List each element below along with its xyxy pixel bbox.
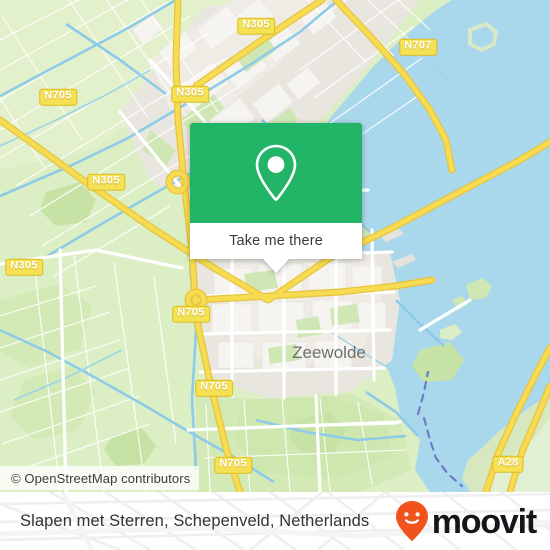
- page-footer: Slapen met Sterren, Schepenveld, Netherl…: [0, 492, 550, 550]
- road-shield-n305: N305: [87, 173, 125, 191]
- road-shield-n705: N705: [214, 456, 252, 474]
- moovit-logo[interactable]: moovit: [394, 500, 537, 542]
- road-shield-n705: N705: [172, 305, 210, 323]
- road-shield-n305: N305: [171, 85, 209, 103]
- road-shield-n705: N705: [195, 379, 233, 397]
- popup-card-pointer: [263, 259, 289, 273]
- take-me-there-label: Take me there: [229, 232, 323, 249]
- road-shield-n707: N707: [399, 38, 437, 56]
- map-pin-icon: [255, 144, 297, 201]
- popup-card-header: [190, 123, 362, 223]
- moovit-map-page: Zeewolde N305 N707 N705 N305 N305 N305 N705 N70…: [0, 0, 550, 550]
- road-shield-n305: N305: [5, 258, 43, 276]
- attribution-text: © OpenStreetMap contributors: [11, 470, 191, 486]
- location-popup-card[interactable]: Take me there: [190, 123, 362, 273]
- location-title: Slapen met Sterren, Schepenveld, Netherl…: [20, 511, 370, 530]
- footer-content: Slapen met Sterren, Schepenveld, Netherl…: [0, 492, 550, 550]
- take-me-there-button[interactable]: Take me there: [190, 223, 362, 259]
- road-shield-a28: A28: [492, 455, 524, 473]
- road-shield-n705: N705: [39, 88, 77, 106]
- map-attribution[interactable]: © OpenStreetMap contributors: [0, 466, 200, 490]
- moovit-smiley-pin-icon: [395, 501, 428, 541]
- road-shield-n305: N305: [237, 17, 275, 35]
- moovit-wordmark: moovit: [431, 503, 537, 541]
- svg-text:Zeewolde: Zeewolde: [292, 343, 366, 362]
